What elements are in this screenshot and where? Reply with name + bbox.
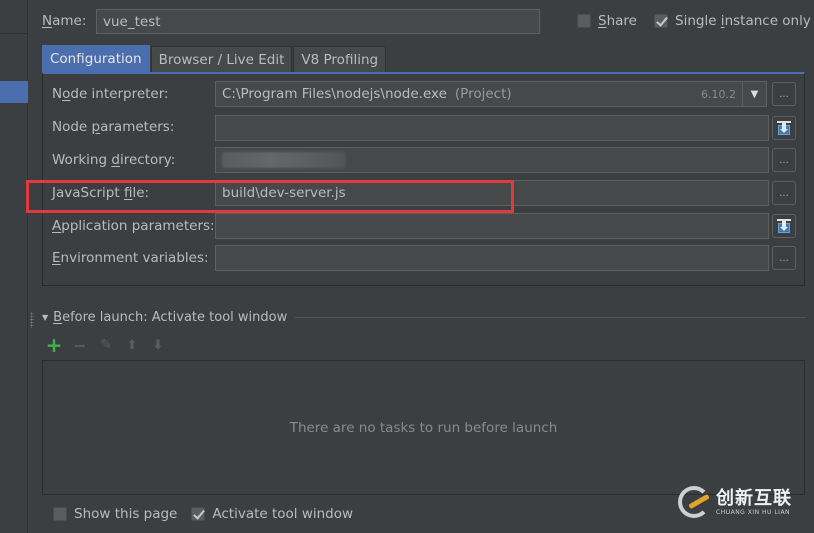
single-instance-checkbox[interactable]: Single instance only bbox=[654, 13, 811, 29]
label-mnemonic: A bbox=[52, 218, 62, 234]
node-parameters-input[interactable] bbox=[215, 115, 769, 141]
label-part: Working bbox=[52, 152, 112, 168]
share-label: Share bbox=[598, 13, 637, 29]
add-icon[interactable]: + bbox=[46, 333, 63, 357]
watermark: 创新互联 CHUANG XIN HU LIAN bbox=[678, 486, 792, 518]
single-instance-label: Single instance only bbox=[675, 13, 811, 29]
name-input[interactable]: vue_test bbox=[96, 9, 540, 34]
environment-variables-input[interactable] bbox=[215, 245, 769, 271]
expand-field-icon bbox=[777, 121, 791, 135]
application-parameters-label: Application parameters: bbox=[52, 218, 215, 234]
expand-field-icon bbox=[777, 219, 791, 233]
label-part: pplication parameters: bbox=[61, 218, 215, 234]
collapse-triangle-icon[interactable]: ▼ bbox=[42, 313, 48, 322]
label-mnemonic: E bbox=[52, 250, 61, 266]
share-mnemonic: S bbox=[598, 13, 607, 29]
node-parameters-expand-button[interactable] bbox=[772, 116, 796, 140]
dropdown-arrow-icon[interactable]: ▼ bbox=[742, 82, 766, 106]
node-interpreter-scope: (Project) bbox=[454, 86, 512, 102]
name-mnemonic: N bbox=[42, 13, 53, 29]
activate-tool-window-checkbox[interactable]: Activate tool window bbox=[191, 506, 353, 522]
name-label: Name: bbox=[42, 13, 86, 29]
environment-variables-browse-button[interactable]: ... bbox=[772, 246, 796, 270]
application-parameters-input[interactable] bbox=[215, 213, 769, 239]
config-tree-edge bbox=[0, 0, 28, 533]
node-parameters-label: Node parameters: bbox=[52, 119, 174, 135]
share-checkbox-box[interactable] bbox=[577, 14, 591, 28]
before-launch-header[interactable]: ▼ Before launch: Activate tool window bbox=[42, 310, 805, 325]
watermark-english: CHUANG XIN HU LIAN bbox=[716, 508, 791, 516]
before-launch-title: Before launch: Activate tool window bbox=[53, 310, 287, 325]
before-launch-mnemonic: B bbox=[53, 310, 63, 325]
selected-tree-item[interactable] bbox=[0, 81, 28, 103]
share-checkbox[interactable]: Share bbox=[577, 13, 637, 29]
redacted-path bbox=[222, 152, 346, 168]
remove-icon[interactable]: − bbox=[72, 336, 88, 355]
node-interpreter-select[interactable]: C:\Program Files\nodejs\node.exe (Projec… bbox=[215, 81, 767, 107]
move-down-icon[interactable]: ⬇ bbox=[150, 337, 166, 353]
label-part: arameters: bbox=[100, 119, 175, 135]
node-interpreter-browse-button[interactable]: ... bbox=[772, 82, 796, 106]
single-instance-label-after: nstance only bbox=[724, 13, 811, 29]
before-launch-toolbar: + − ✎ ⬆ ⬇ bbox=[46, 333, 166, 357]
show-this-page-checkbox-box[interactable] bbox=[53, 507, 67, 521]
tab-browser-live-edit[interactable]: Browser / Live Edit bbox=[150, 46, 293, 72]
watermark-chinese: 创新互联 bbox=[716, 487, 792, 509]
move-up-icon[interactable]: ⬆ bbox=[124, 337, 140, 353]
config-tabs: Configuration Browser / Live Edit V8 Pro… bbox=[42, 45, 387, 72]
javascript-file-input[interactable]: build\dev-server.js bbox=[215, 180, 769, 206]
label-part: ile: bbox=[132, 185, 150, 201]
before-launch-task-list[interactable]: There are no tasks to run before launch bbox=[42, 360, 805, 495]
node-version: 6.10.2 bbox=[701, 87, 736, 101]
footer-options: Show this page Activate tool window bbox=[53, 506, 367, 522]
label-mnemonic: d bbox=[111, 152, 120, 168]
label-part: Node bbox=[52, 119, 92, 135]
tree-separator bbox=[0, 33, 28, 34]
single-instance-checkbox-box[interactable] bbox=[654, 14, 668, 28]
watermark-logo-icon bbox=[678, 486, 710, 518]
label-mnemonic: p bbox=[91, 119, 101, 135]
watermark-text: 创新互联 CHUANG XIN HU LIAN bbox=[716, 487, 792, 516]
activate-tool-window-label: Activate tool window bbox=[212, 506, 354, 522]
node-interpreter-label: Node interpreter: bbox=[52, 86, 169, 102]
name-value: vue_test bbox=[103, 13, 161, 30]
javascript-file-browse-button[interactable]: ... bbox=[772, 181, 796, 205]
environment-variables-label: Environment variables: bbox=[52, 250, 209, 266]
section-divider bbox=[295, 317, 805, 318]
drag-handle[interactable] bbox=[30, 312, 34, 328]
label-part: de interpreter: bbox=[70, 86, 169, 102]
javascript-file-label: JavaScript file: bbox=[52, 185, 149, 201]
single-instance-label-before: Single bbox=[675, 13, 721, 29]
before-launch-title-rest: efore launch: Activate tool window bbox=[62, 310, 288, 325]
label-part: JavaScript bbox=[52, 185, 124, 201]
share-label-rest: hare bbox=[606, 13, 637, 29]
name-label-rest: ame: bbox=[52, 13, 87, 29]
show-this-page-checkbox[interactable]: Show this page bbox=[53, 506, 177, 522]
show-this-page-label: Show this page bbox=[74, 506, 178, 522]
tab-configuration[interactable]: Configuration bbox=[42, 45, 150, 72]
tab-v8-profiling[interactable]: V8 Profiling bbox=[293, 46, 387, 72]
edit-icon[interactable]: ✎ bbox=[98, 337, 114, 353]
label-part: irectory: bbox=[119, 152, 176, 168]
javascript-file-value: build\dev-server.js bbox=[222, 185, 346, 201]
activate-tool-window-checkbox-box[interactable] bbox=[191, 507, 206, 521]
label-part: nvironment variables: bbox=[60, 250, 209, 266]
working-directory-browse-button[interactable]: ... bbox=[772, 148, 796, 172]
working-directory-label: Working directory: bbox=[52, 152, 175, 168]
node-interpreter-path: C:\Program Files\nodejs\node.exe bbox=[222, 86, 447, 102]
empty-tasks-message: There are no tasks to run before launch bbox=[289, 419, 558, 436]
application-parameters-expand-button[interactable] bbox=[772, 214, 796, 238]
label-part: N bbox=[52, 86, 63, 102]
